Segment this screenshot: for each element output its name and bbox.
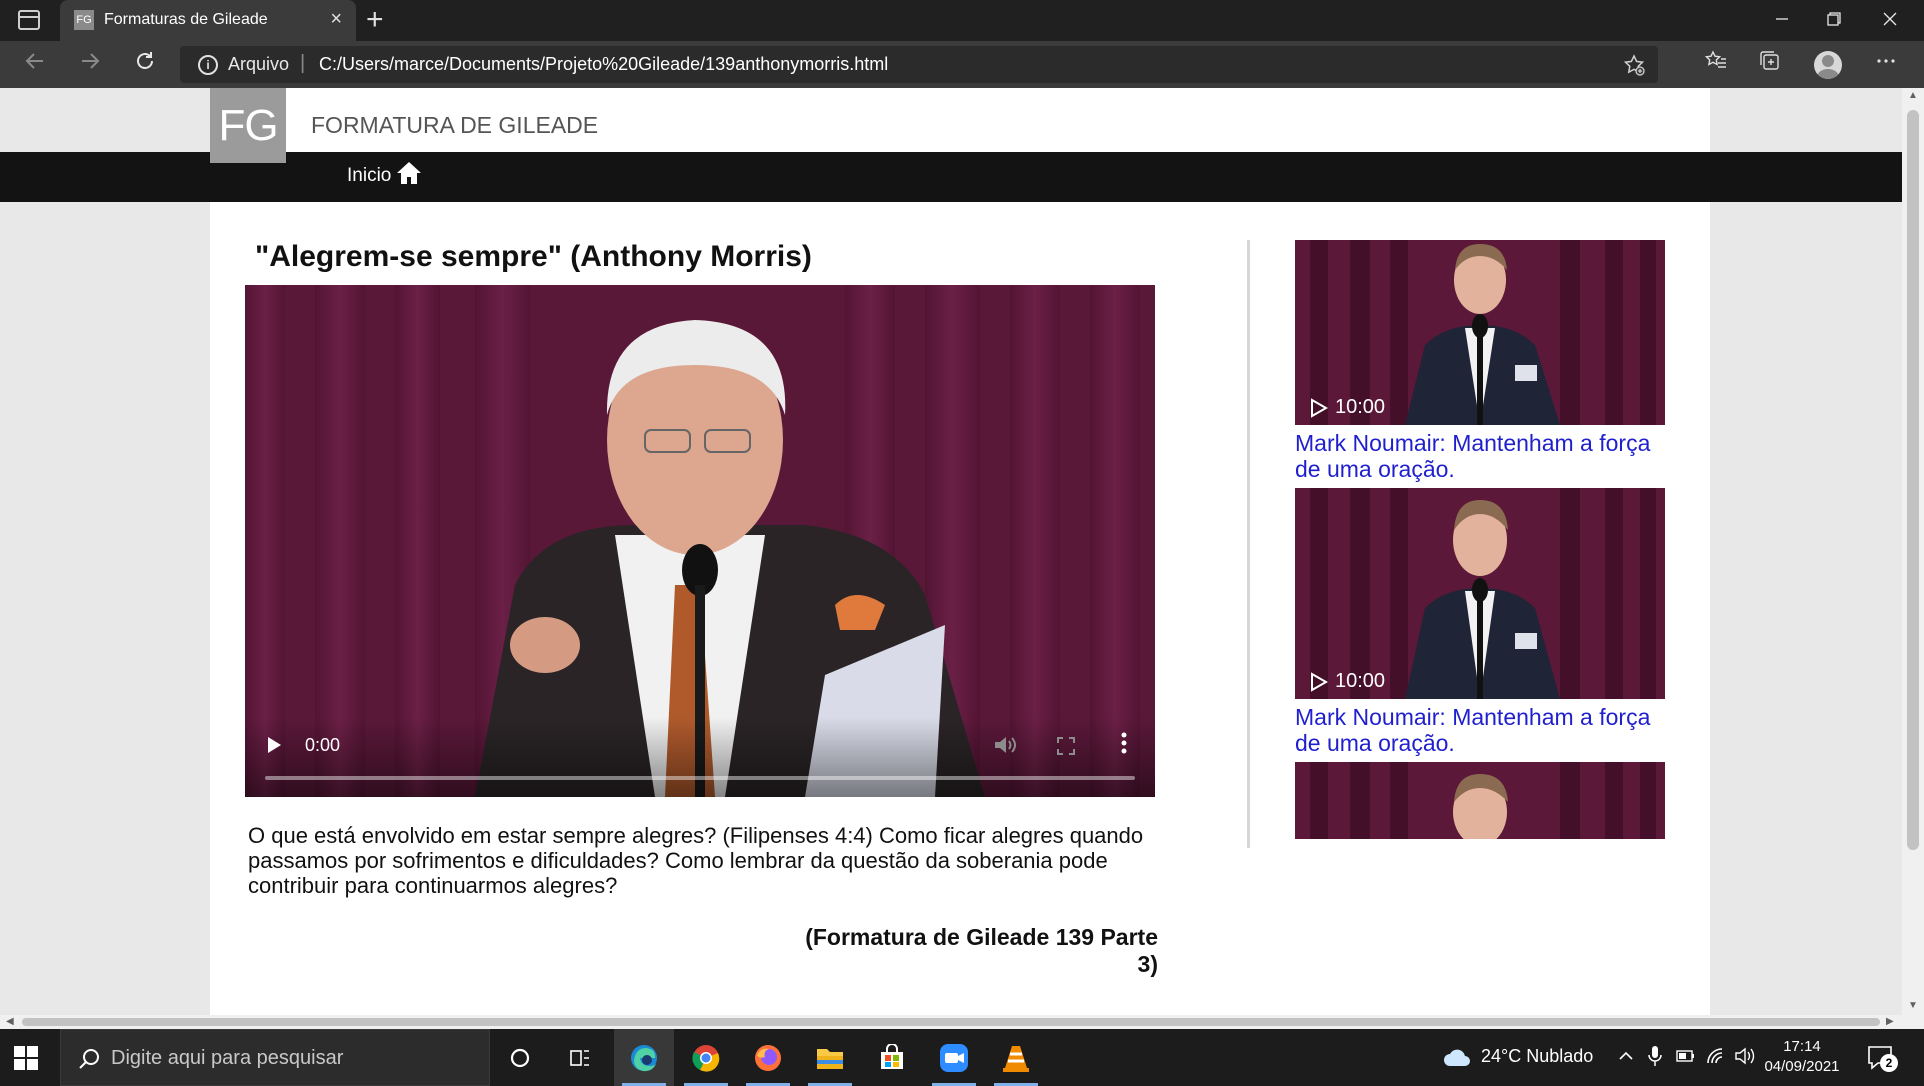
article-description: O que está envolvido em estar sempre ale…: [248, 823, 1144, 898]
video-thumbnail[interactable]: 10:00: [1295, 488, 1665, 699]
more-options-icon[interactable]: [1868, 49, 1904, 81]
collections-icon[interactable]: [1752, 49, 1788, 81]
play-icon: [1311, 671, 1329, 692]
clock-date: 04/09/2021: [1764, 1058, 1840, 1075]
search-icon: [79, 1049, 99, 1069]
minimize-button[interactable]: [1752, 4, 1812, 36]
video-thumbnail[interactable]: [1295, 762, 1665, 839]
video-progress-bar[interactable]: [265, 776, 1135, 780]
address-separator: |: [300, 52, 306, 74]
search-placeholder: Digite aqui para pesquisar: [111, 1047, 344, 1069]
close-window-button[interactable]: [1860, 4, 1920, 36]
related-video-1[interactable]: 10:00 Mark Noumair: Mantenham a força de…: [1295, 240, 1665, 482]
profile-avatar[interactable]: [1814, 51, 1842, 79]
browser-tab[interactable]: FG Formaturas de Gileade ×: [60, 0, 356, 41]
site-logo[interactable]: FG: [210, 88, 286, 163]
tab-title: Formaturas de Gileade: [104, 11, 268, 28]
zoom-taskbar-icon[interactable]: [924, 1029, 984, 1086]
address-url[interactable]: C:/Users/marce/Documents/Projeto%20Gilea…: [319, 54, 888, 75]
video-thumbnail[interactable]: 10:00: [1295, 240, 1665, 425]
browser-tab-bar: FG Formaturas de Gileade × +: [0, 0, 1924, 41]
clock-time: 17:14: [1783, 1038, 1821, 1055]
scroll-up-icon[interactable]: ▲: [1908, 90, 1918, 101]
vertical-scrollbar[interactable]: ▲ ▼: [1902, 88, 1924, 1015]
play-icon[interactable]: [265, 735, 283, 755]
refresh-button[interactable]: [127, 49, 163, 81]
duration-text: 10:00: [1335, 670, 1386, 692]
microphone-icon[interactable]: [1648, 1045, 1662, 1067]
new-tab-button[interactable]: +: [366, 3, 384, 37]
related-video-link[interactable]: Mark Noumair: Mantenham a força de uma o…: [1295, 704, 1665, 756]
windows-taskbar: Digite aqui para pesquisar 24°C Nublado …: [0, 1029, 1924, 1086]
volume-icon[interactable]: [993, 735, 1017, 755]
related-video-link[interactable]: Mark Noumair: Mantenham a força de uma o…: [1295, 430, 1665, 482]
add-favorite-icon[interactable]: [1622, 53, 1646, 83]
chrome-taskbar-icon[interactable]: [676, 1029, 736, 1086]
fullscreen-icon[interactable]: [1057, 737, 1075, 755]
related-video-3[interactable]: [1295, 762, 1665, 839]
horizontal-scroll-thumb[interactable]: [22, 1018, 1880, 1026]
windows-start-icon[interactable]: [12, 1044, 40, 1072]
related-video-2[interactable]: 10:00 Mark Noumair: Mantenham a força de…: [1295, 488, 1665, 756]
favorites-icon[interactable]: [1698, 49, 1734, 81]
site-title: FORMATURA DE GILEADE: [311, 112, 599, 138]
volume-icon[interactable]: [1734, 1046, 1756, 1066]
column-divider: [1247, 240, 1250, 848]
weather-cloud-icon[interactable]: [1442, 1046, 1472, 1068]
file-explorer-taskbar-icon[interactable]: [800, 1029, 860, 1086]
wifi-icon[interactable]: [1706, 1047, 1724, 1065]
duration-text: 10:00: [1335, 396, 1386, 418]
article-title: "Alegrem-se sempre" (Anthony Morris): [255, 240, 812, 273]
home-icon[interactable]: [396, 161, 422, 185]
vlc-taskbar-icon[interactable]: [986, 1029, 1046, 1086]
page-viewport: FORMATURA DE GILEADE Inicio FG "Alegrem-…: [0, 88, 1902, 1015]
firefox-taskbar-icon[interactable]: [738, 1029, 798, 1086]
vertical-scroll-thumb[interactable]: [1907, 110, 1919, 850]
taskbar-clock[interactable]: 17:14 04/09/2021: [1758, 1037, 1846, 1077]
task-view-icon[interactable]: [550, 1029, 610, 1086]
video-controls: 0:00: [245, 717, 1155, 797]
store-taskbar-icon[interactable]: [862, 1029, 922, 1086]
video-duration: 10:00: [1309, 670, 1385, 693]
tab-favicon-icon: FG: [74, 10, 94, 30]
scrollbar-corner: [1902, 1015, 1924, 1029]
scroll-left-icon[interactable]: ◀: [6, 1016, 14, 1027]
address-scheme: Arquivo: [228, 54, 290, 74]
address-bar[interactable]: i Arquivo | C:/Users/marce/Documents/Pro…: [180, 46, 1658, 83]
video-time: 0:00: [305, 735, 341, 755]
info-icon[interactable]: i: [198, 55, 218, 75]
edge-taskbar-icon[interactable]: [614, 1029, 674, 1086]
back-button[interactable]: [17, 49, 53, 81]
restore-button[interactable]: [1804, 4, 1864, 36]
notifications-count-badge: 2: [1880, 1054, 1898, 1072]
video-duration: 10:00: [1309, 396, 1385, 419]
article-source: (Formatura de Gileade 139 Parte 3): [805, 924, 1158, 977]
taskbar-search-box[interactable]: Digite aqui para pesquisar: [60, 1029, 490, 1086]
play-icon: [1311, 397, 1329, 418]
scroll-right-icon[interactable]: ▶: [1886, 1016, 1894, 1027]
browser-toolbar: i Arquivo | C:/Users/marce/Documents/Pro…: [0, 41, 1924, 88]
cortana-icon[interactable]: [490, 1029, 550, 1086]
nav-home-link[interactable]: Inicio: [347, 165, 391, 187]
weather-text[interactable]: 24°C Nublado: [1481, 1046, 1593, 1067]
notifications-button[interactable]: 2: [1866, 1042, 1898, 1074]
battery-icon[interactable]: [1676, 1049, 1696, 1063]
tab-close-icon[interactable]: ×: [330, 8, 342, 30]
tab-actions-icon[interactable]: [18, 10, 40, 30]
scroll-down-icon[interactable]: ▼: [1908, 1000, 1918, 1011]
video-player[interactable]: 0:00: [245, 285, 1155, 797]
chevron-up-icon[interactable]: [1618, 1049, 1634, 1063]
forward-button[interactable]: [72, 49, 108, 81]
horizontal-scrollbar[interactable]: ◀ ▶: [0, 1015, 1902, 1029]
video-more-icon[interactable]: [1121, 731, 1127, 755]
